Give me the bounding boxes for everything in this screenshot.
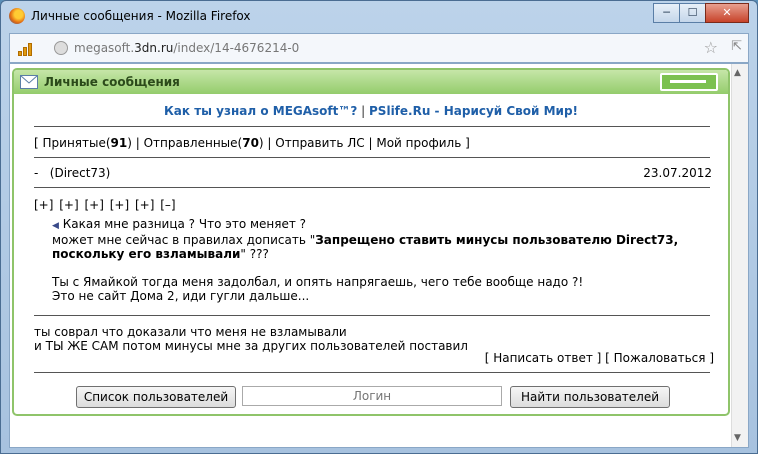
nav-send-message[interactable]: Отправить ЛС xyxy=(275,136,364,150)
message-body: ты соврал что доказали что меня не взлам… xyxy=(34,325,468,353)
scroll-down-icon[interactable]: ▼ xyxy=(734,433,741,443)
promo-link-pslife[interactable]: PSlife.Ru - Нарисуй Свой Мир! xyxy=(369,104,578,118)
message-sender[interactable]: (Direct73) xyxy=(50,166,111,180)
expand-toggle[interactable]: [+] xyxy=(59,198,78,212)
quoted-message: ◀ Какая мне разница ? Что это меняет ? м… xyxy=(52,217,679,303)
globe-icon xyxy=(54,41,68,55)
window-title: Личные сообщения - Mozilla Firefox xyxy=(31,9,251,23)
scrollbar[interactable]: ▲ ▼ xyxy=(731,64,748,447)
message-header: - (Direct73) xyxy=(34,166,111,180)
nav-my-profile[interactable]: Мой профиль xyxy=(376,136,461,150)
panel-minimize-button[interactable] xyxy=(660,73,718,91)
browser-window: Личные сообщения - Mozilla Firefox ─ ☐ ✕… xyxy=(0,0,758,454)
messages-panel: Личные сообщения Как ты узнал о MEGAsoft… xyxy=(12,68,730,416)
quote-arrow-icon: ◀ xyxy=(52,221,59,231)
title-bar[interactable]: Личные сообщения - Mozilla Firefox ─ ☐ ✕ xyxy=(1,1,757,31)
user-search-bar: Список пользователей Найти пользователей xyxy=(14,386,728,408)
divider xyxy=(34,187,710,188)
mail-icon xyxy=(20,75,38,89)
nav-sent[interactable]: Отправленные(70) xyxy=(144,136,264,150)
login-input[interactable] xyxy=(242,386,502,406)
reply-link[interactable]: Написать ответ xyxy=(493,351,593,365)
bookmark-star-icon[interactable]: ☆ xyxy=(704,38,718,57)
message-nav: [ Принятые(91) | Отправленные(70) | Отпр… xyxy=(34,136,470,150)
panel-title: Личные сообщения xyxy=(44,75,180,89)
divider xyxy=(34,126,710,127)
quote-expanders: [+] [+] [+] [+] [+] [–] xyxy=(34,198,176,212)
promo-links: Как ты узнал о MEGAsoft™? | PSlife.Ru - … xyxy=(163,104,579,118)
complain-link[interactable]: Пожаловаться xyxy=(614,351,706,365)
users-list-button[interactable]: Список пользователей xyxy=(76,386,236,408)
nav-received[interactable]: Принятые(91) xyxy=(43,136,132,150)
divider xyxy=(34,157,710,158)
resize-icon[interactable]: ⇱ xyxy=(731,39,742,54)
close-button[interactable]: ✕ xyxy=(705,3,749,23)
divider xyxy=(34,315,710,316)
url-text[interactable]: megasoft.3dn.ru/index/14-4676214-0 xyxy=(74,41,299,55)
expand-toggle[interactable]: [+] xyxy=(85,198,104,212)
message-date: 23.07.2012 xyxy=(643,166,712,180)
minimize-button[interactable]: ─ xyxy=(653,3,680,23)
maximize-button[interactable]: ☐ xyxy=(679,3,706,23)
window-controls: ─ ☐ ✕ xyxy=(653,3,749,23)
panel-header: Личные сообщения xyxy=(14,70,728,94)
collapse-toggle[interactable]: [–] xyxy=(160,198,175,212)
signal-icon xyxy=(18,42,36,56)
page-content: Личные сообщения Как ты узнал о MEGAsoft… xyxy=(9,63,749,448)
find-users-button[interactable]: Найти пользователей xyxy=(510,386,670,408)
expand-toggle[interactable]: [+] xyxy=(135,198,154,212)
divider xyxy=(34,372,710,373)
promo-link-megasoft[interactable]: Как ты узнал о MEGAsoft™? xyxy=(164,104,357,118)
expand-toggle[interactable]: [+] xyxy=(34,198,53,212)
firefox-icon xyxy=(9,8,25,24)
message-actions: [ Написать ответ ] [ Пожаловаться ] xyxy=(484,351,714,365)
scroll-up-icon[interactable]: ▲ xyxy=(734,68,741,78)
address-bar[interactable]: megasoft.3dn.ru/index/14-4676214-0 ☆ ⇱ xyxy=(9,33,749,63)
expand-toggle[interactable]: [+] xyxy=(110,198,129,212)
